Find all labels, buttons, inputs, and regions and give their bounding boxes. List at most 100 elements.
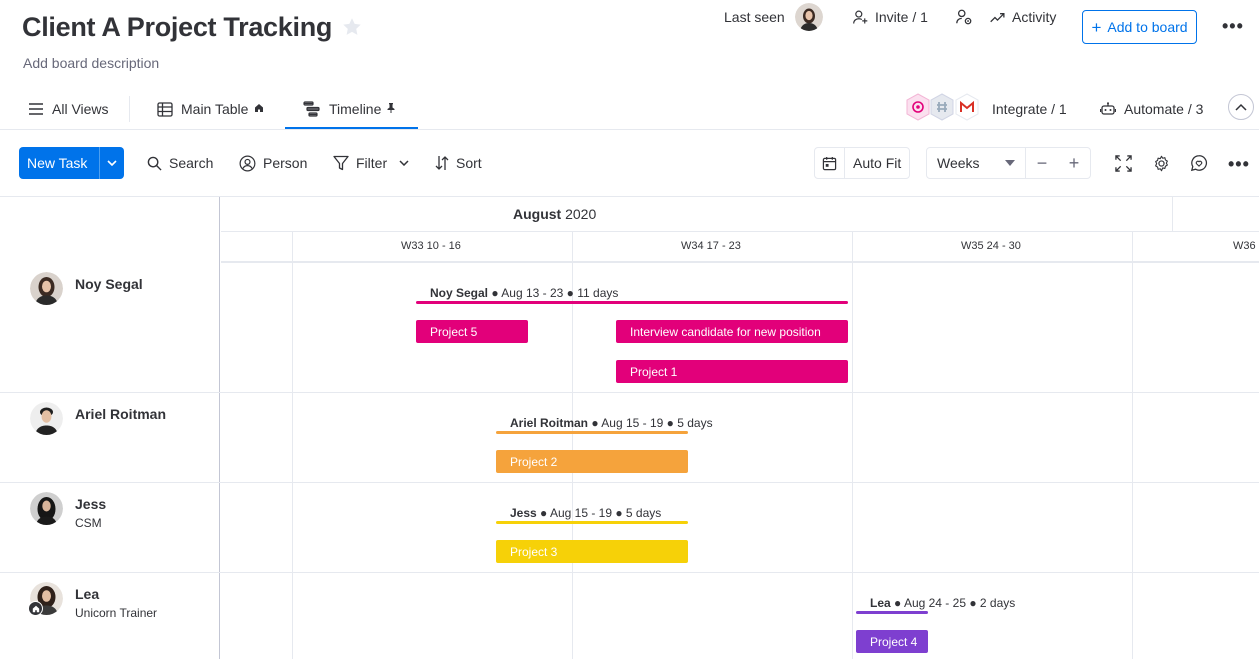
filter-icon xyxy=(333,155,349,171)
toolbar-menu-button[interactable]: ••• xyxy=(1228,154,1250,175)
board-title[interactable]: Client A Project Tracking xyxy=(22,12,332,43)
integrate-label: Integrate / 1 xyxy=(992,101,1067,117)
person-role: Unicorn Trainer xyxy=(75,606,158,620)
new-task-button[interactable]: New Task xyxy=(19,147,124,179)
summary-range: ● Aug 15 - 19 ● 5 days xyxy=(536,506,662,520)
chat-heart-icon[interactable] xyxy=(1188,152,1210,174)
all-views-label: All Views xyxy=(52,101,109,117)
group-summary-bar xyxy=(496,431,688,434)
home-icon xyxy=(28,601,43,616)
search-button[interactable]: Search xyxy=(147,152,213,174)
person-group-header[interactable]: Lea Unicorn Trainer xyxy=(28,582,158,620)
auto-fit-label: Auto Fit xyxy=(853,155,902,171)
tab-main-table[interactable]: Main Table xyxy=(157,94,272,124)
group-summary-bar xyxy=(856,611,928,614)
sort-icon xyxy=(435,156,449,170)
group-summary-bar xyxy=(496,521,688,524)
activity-button[interactable]: Activity xyxy=(989,0,1056,34)
timeline-icon xyxy=(303,101,320,117)
person-circle-icon xyxy=(239,155,256,171)
board-menu-button[interactable]: ••• xyxy=(1222,16,1244,37)
pin-icon xyxy=(387,103,403,115)
integrate-button[interactable]: Integrate / 1 xyxy=(992,94,1067,124)
task-bar[interactable]: Project 2 xyxy=(496,450,688,473)
person-name: Jess xyxy=(75,496,107,512)
task-bar[interactable]: Project 4 xyxy=(856,630,928,653)
group-summary: Ariel Roitman ● Aug 15 - 19 ● 5 days xyxy=(510,416,713,430)
group-divider xyxy=(0,392,1259,393)
add-person-icon xyxy=(853,10,868,23)
gmail-icon xyxy=(955,93,979,121)
activity-trend-icon xyxy=(990,12,1005,22)
month-divider xyxy=(1172,197,1173,232)
chevron-down-icon[interactable] xyxy=(100,160,124,166)
chevron-down-icon[interactable] xyxy=(399,160,409,166)
board-toolbar: New Task Search Person Filter Sort Auto … xyxy=(0,143,1259,183)
summary-range: ● Aug 15 - 19 ● 5 days xyxy=(588,416,713,430)
person-filter-button[interactable]: Person xyxy=(239,152,307,174)
task-bar[interactable]: Project 1 xyxy=(616,360,848,383)
person-group-header[interactable]: Noy Segal xyxy=(30,272,143,305)
week-label: W35 24 - 30 xyxy=(961,240,1021,252)
group-summary: Jess ● Aug 15 - 19 ● 5 days xyxy=(510,506,661,520)
person-name: Lea xyxy=(75,586,100,602)
gear-icon[interactable] xyxy=(1150,152,1172,174)
new-task-label: New Task xyxy=(27,155,88,171)
avatar xyxy=(30,272,63,305)
week-label: W34 17 - 23 xyxy=(681,240,741,252)
board-description[interactable]: Add board description xyxy=(23,55,159,71)
month-label: August 2020 xyxy=(513,206,596,222)
main-table-label: Main Table xyxy=(181,101,249,117)
star-icon[interactable] xyxy=(341,16,363,38)
user-settings-button[interactable] xyxy=(955,0,979,34)
calendar-icon xyxy=(815,148,845,178)
fullscreen-icon[interactable] xyxy=(1112,152,1134,174)
week-label: W36 xyxy=(1233,240,1256,252)
sort-label: Sort xyxy=(456,155,482,171)
caret-down-icon xyxy=(1005,160,1015,166)
integration-icons[interactable] xyxy=(905,93,980,123)
last-seen[interactable]: Last seen xyxy=(724,0,823,34)
person-group-header[interactable]: Ariel Roitman xyxy=(30,402,166,435)
week-gridline xyxy=(292,232,293,659)
avatar xyxy=(30,492,63,525)
summary-name: Lea xyxy=(870,596,891,610)
task-bar[interactable]: Project 3 xyxy=(496,540,688,563)
slack-icon xyxy=(930,93,954,121)
week-header: W33 10 - 16 W34 17 - 23 W35 24 - 30 W36 xyxy=(221,232,1259,263)
add-to-board-label: Add to board xyxy=(1107,19,1188,35)
group-summary: Noy Segal ● Aug 13 - 23 ● 11 days xyxy=(430,286,618,300)
search-label: Search xyxy=(169,155,214,171)
month-name: August xyxy=(513,206,562,222)
activity-label: Activity xyxy=(1012,9,1057,25)
integration-app-icon xyxy=(906,93,930,121)
auto-fit-button[interactable]: Auto Fit xyxy=(814,147,910,179)
filter-button[interactable]: Filter xyxy=(333,152,416,174)
board-header: Client A Project Tracking Add board desc… xyxy=(0,0,1259,196)
active-tab-indicator xyxy=(285,127,418,129)
add-to-board-button[interactable]: + Add to board xyxy=(1082,10,1197,44)
invite-button[interactable]: Invite / 1 xyxy=(852,0,928,34)
sort-button[interactable]: Sort xyxy=(435,152,482,174)
zoom-out-button[interactable]: − xyxy=(1026,148,1058,178)
task-bar[interactable]: Interview candidate for new position xyxy=(616,320,848,343)
person-label: Person xyxy=(263,155,308,171)
task-bar[interactable]: Project 5 xyxy=(416,320,528,343)
automate-button[interactable]: Automate / 3 xyxy=(1100,94,1203,124)
group-divider xyxy=(0,572,1259,573)
all-views-button[interactable]: All Views xyxy=(28,94,109,124)
summary-range: ● Aug 24 - 25 ● 2 days xyxy=(890,596,1016,610)
divider xyxy=(129,96,130,122)
person-name: Ariel Roitman xyxy=(75,406,167,422)
tab-timeline[interactable]: Timeline xyxy=(303,94,403,124)
search-icon xyxy=(147,156,162,171)
person-group-header[interactable]: Jess CSM xyxy=(30,492,106,530)
collapse-header-button[interactable] xyxy=(1228,94,1254,120)
avatar xyxy=(794,3,823,31)
zoom-in-button[interactable]: + xyxy=(1058,148,1090,178)
summary-range: ● Aug 13 - 23 ● 11 days xyxy=(488,286,619,300)
person-role: CSM xyxy=(75,516,102,530)
summary-name: Noy Segal xyxy=(430,286,489,300)
invite-label: Invite / 1 xyxy=(875,9,928,25)
zoom-select[interactable]: Weeks xyxy=(927,148,1026,178)
